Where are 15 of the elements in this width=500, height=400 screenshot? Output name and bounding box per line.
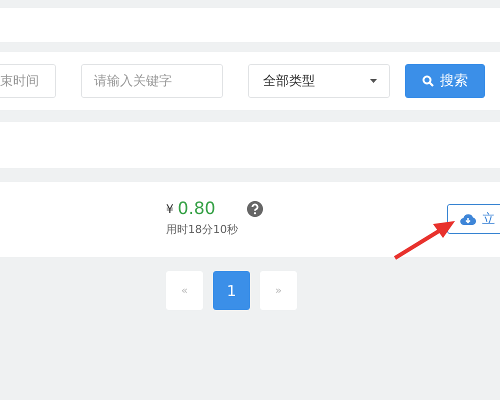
duration-text: 用时18分10秒 [166, 222, 239, 236]
type-select[interactable]: 全部类型 [248, 64, 390, 98]
download-button[interactable]: 立 [447, 204, 500, 234]
help-icon[interactable] [246, 200, 262, 216]
end-time-field[interactable]: 束时间 [0, 64, 56, 98]
page-button[interactable]: « [166, 271, 203, 310]
currency-symbol: ¥ [166, 202, 174, 216]
search-icon [422, 75, 434, 87]
keyword-field[interactable]: 请输入关键字 [81, 64, 223, 98]
price: 0.80 [178, 198, 216, 218]
page-button[interactable]: 1 [213, 271, 250, 310]
page-button[interactable]: » [260, 271, 297, 310]
caret-icon [370, 79, 377, 83]
cloud-download-icon [460, 212, 476, 226]
search-button[interactable]: 搜索 [405, 64, 485, 98]
